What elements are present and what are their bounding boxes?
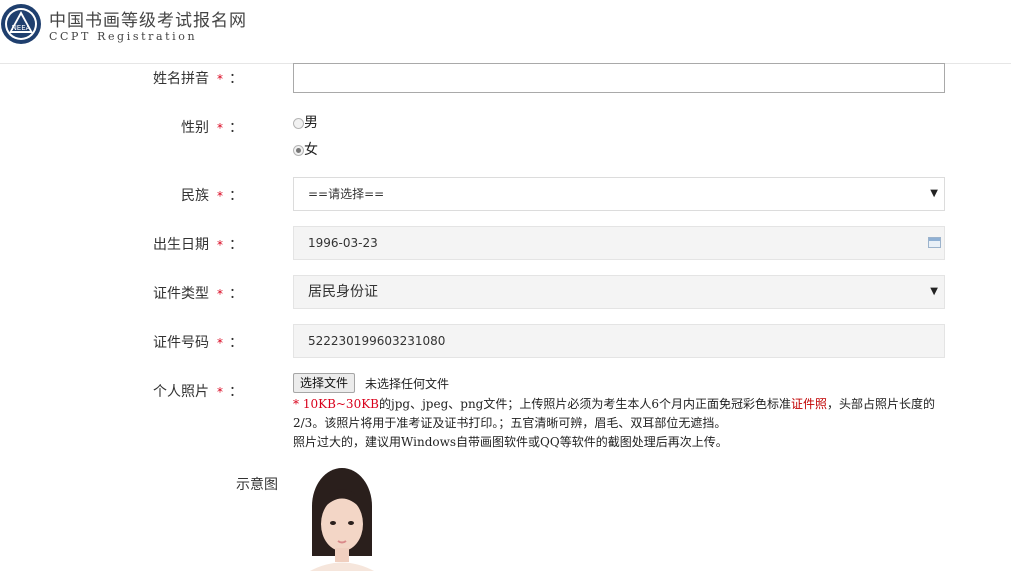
required-mark: * xyxy=(217,72,223,86)
required-mark: * xyxy=(217,189,223,203)
hint-size: 10KB~30KB xyxy=(302,397,379,411)
neea-logo-icon[interactable]: NEEA xyxy=(0,3,42,45)
gender-option-male[interactable]: 男 xyxy=(293,112,318,132)
chevron-down-icon: ▼ xyxy=(930,286,938,297)
radio-female[interactable] xyxy=(293,144,304,156)
birthdate-label: 出生日期 *： xyxy=(153,237,243,253)
pinyin-label: 姓名拼音 *： xyxy=(153,71,243,87)
chevron-down-icon: ▼ xyxy=(930,188,938,199)
hint-text-1: 的jpg、jpeg、png文件；上传照片必须为考生本人6个月内正面免冠彩色标准 xyxy=(379,397,791,411)
required-mark: * xyxy=(217,336,223,350)
id-number-label: 证件号码 *： xyxy=(153,335,243,351)
required-mark: * xyxy=(217,238,223,252)
id-number-input[interactable]: 522230199603231080 xyxy=(293,324,945,358)
ethnicity-select[interactable]: ==请选择== ▼ xyxy=(293,177,945,211)
id-photo-link[interactable]: 证件照 xyxy=(791,397,827,411)
gender-label: 性别 *： xyxy=(181,120,243,136)
site-header: NEEA 中国书画等级考试报名网 CCPT Registration xyxy=(0,0,1011,64)
ethnicity-label: 民族 *： xyxy=(181,188,243,204)
radio-male[interactable] xyxy=(293,117,304,129)
birthdate-input[interactable]: 1996-03-23 xyxy=(293,226,945,260)
required-mark: * xyxy=(217,385,223,399)
example-label: 示意图 xyxy=(236,477,278,493)
calendar-icon[interactable] xyxy=(928,237,941,248)
hint-star: * xyxy=(293,397,299,411)
photo-hint: * 10KB~30KB的jpg、jpeg、png文件；上传照片必须为考生本人6个… xyxy=(293,395,953,452)
photo-label: 个人照片 *： xyxy=(153,384,243,400)
svg-text:NEEA: NEEA xyxy=(12,24,31,32)
example-photo xyxy=(302,466,382,571)
hint-text-3: 照片过大的，建议用Windows自带画图软件或QQ等软件的截图处理后再次上传。 xyxy=(293,435,728,449)
required-mark: * xyxy=(217,287,223,301)
required-mark: * xyxy=(217,121,223,135)
choose-file-button[interactable]: 选择文件 xyxy=(293,373,356,393)
site-subtitle: CCPT Registration xyxy=(49,30,198,43)
gender-option-female[interactable]: 女 xyxy=(293,139,318,159)
id-type-label: 证件类型 *： xyxy=(153,286,243,302)
pinyin-input[interactable] xyxy=(293,63,945,93)
id-type-select[interactable]: 居民身份证 ▼ xyxy=(293,275,945,309)
site-title[interactable]: 中国书画等级考试报名网 xyxy=(49,6,247,31)
no-file-text: 未选择任何文件 xyxy=(365,377,450,391)
